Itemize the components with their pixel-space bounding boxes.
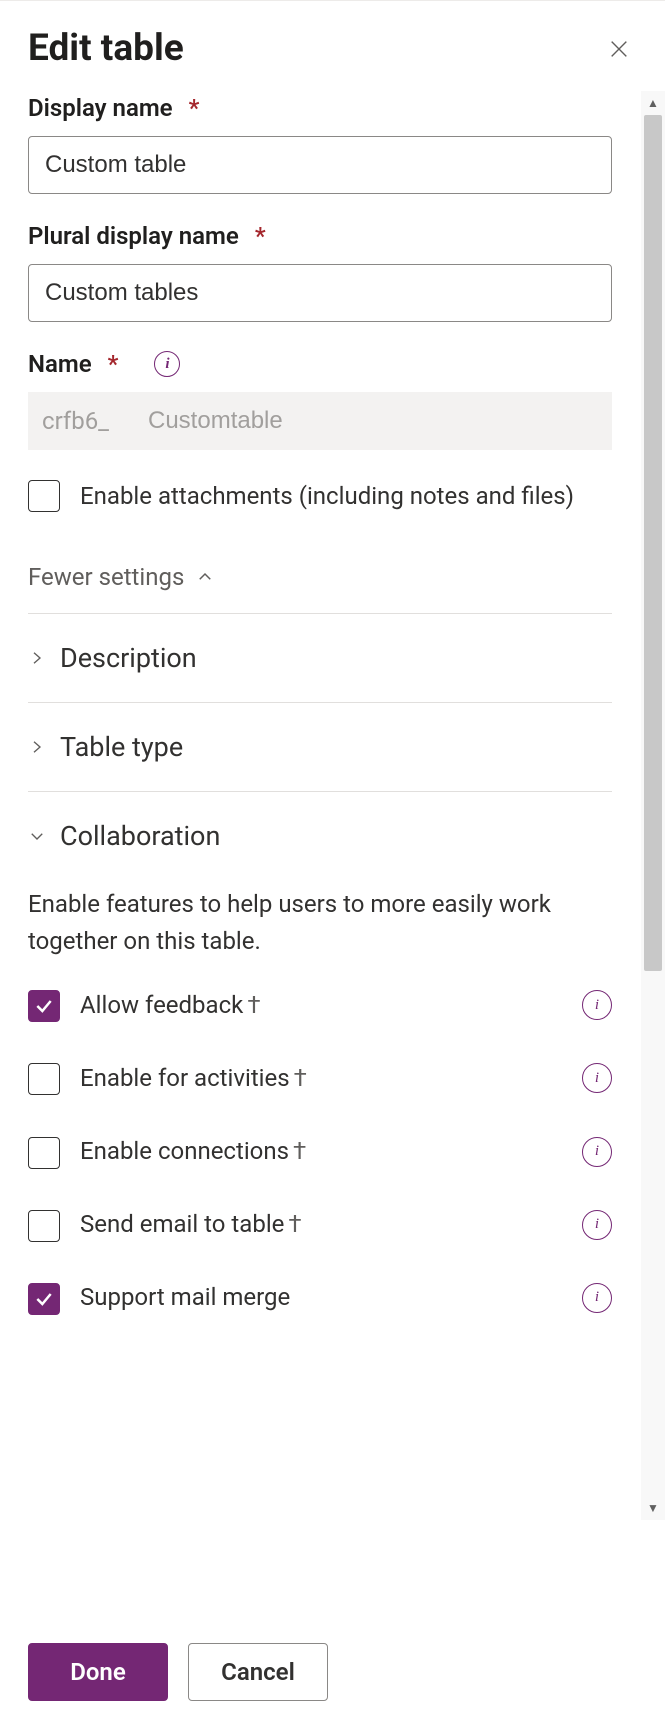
enable-connections-label: Enable connections† (80, 1133, 562, 1170)
enable-activities-row: Enable for activities† i (28, 1060, 612, 1097)
support-mail-merge-label: Support mail merge (80, 1279, 562, 1316)
name-input-row: crfb6_ (28, 392, 612, 450)
allow-feedback-row: Allow feedback† i (28, 987, 612, 1024)
required-indicator: * (189, 94, 200, 122)
panel-header: Edit table (0, 1, 665, 80)
fewer-settings-toggle[interactable]: Fewer settings (28, 563, 612, 591)
scroll-up-arrow[interactable]: ▲ (641, 91, 665, 115)
enable-activities-label: Enable for activities† (80, 1060, 562, 1097)
enable-connections-checkbox[interactable] (28, 1137, 60, 1169)
scrollbar[interactable]: ▲ ▼ (641, 91, 665, 1520)
send-email-checkbox[interactable] (28, 1210, 60, 1242)
support-mail-merge-checkbox[interactable] (28, 1283, 60, 1315)
send-email-label: Send email to table† (80, 1206, 562, 1243)
info-icon[interactable]: i (582, 1210, 612, 1240)
panel-title: Edit table (28, 27, 184, 70)
cancel-button[interactable]: Cancel (188, 1643, 328, 1701)
scrollbar-track[interactable] (641, 115, 665, 1496)
enable-attachments-label: Enable attachments (including notes and … (80, 478, 574, 515)
panel-scroll-area: Display name * Plural display name * Name *… (0, 80, 640, 1617)
enable-activities-label-text: Enable for activities (80, 1064, 290, 1092)
support-mail-merge-label-text: Support mail merge (80, 1283, 290, 1311)
plural-display-name-input[interactable] (28, 264, 612, 322)
enable-activities-checkbox[interactable] (28, 1063, 60, 1095)
dagger: † (294, 1064, 307, 1092)
info-icon[interactable]: i (582, 1137, 612, 1167)
table-type-section-title: Table type (60, 731, 183, 763)
chevron-up-icon (196, 568, 214, 586)
send-email-row: Send email to table† i (28, 1206, 612, 1243)
collaboration-description: Enable features to help users to more ea… (28, 886, 612, 960)
display-name-input[interactable] (28, 136, 612, 194)
edit-table-panel: Edit table Display name * Plural display … (0, 0, 665, 1735)
name-label: Name * i (28, 350, 612, 378)
send-email-label-text: Send email to table (80, 1210, 284, 1238)
info-icon[interactable]: i (582, 1283, 612, 1313)
enable-connections-row: Enable connections† i (28, 1133, 612, 1170)
collaboration-section-title: Collaboration (60, 820, 220, 852)
enable-connections-label-text: Enable connections (80, 1137, 289, 1165)
required-indicator: * (255, 222, 266, 250)
collaboration-section-body: Enable features to help users to more ea… (28, 886, 612, 1372)
required-indicator: * (108, 350, 119, 378)
name-input (132, 392, 612, 450)
dagger: † (247, 991, 260, 1019)
display-name-label-text: Display name (28, 94, 173, 122)
allow-feedback-label: Allow feedback† (80, 987, 562, 1024)
name-prefix: crfb6_ (28, 392, 132, 450)
plural-display-name-label: Plural display name * (28, 222, 612, 250)
dagger: † (288, 1210, 301, 1238)
dagger: † (293, 1137, 306, 1165)
description-section-title: Description (60, 642, 197, 674)
chevron-right-icon (28, 738, 46, 756)
panel-footer: Done Cancel (0, 1617, 665, 1735)
display-name-field: Display name * (28, 94, 612, 194)
chevron-right-icon (28, 649, 46, 667)
allow-feedback-label-text: Allow feedback (80, 991, 243, 1019)
enable-attachments-row: Enable attachments (including notes and … (28, 478, 612, 515)
info-icon[interactable]: i (582, 1063, 612, 1093)
enable-attachments-checkbox[interactable] (28, 480, 60, 512)
check-icon (34, 1289, 54, 1309)
close-button[interactable] (601, 31, 637, 67)
plural-display-name-label-text: Plural display name (28, 222, 239, 250)
close-icon (608, 38, 630, 60)
info-icon[interactable]: i (582, 990, 612, 1020)
display-name-label: Display name * (28, 94, 612, 122)
info-icon[interactable]: i (154, 351, 180, 377)
chevron-down-icon (28, 827, 46, 845)
scrollbar-thumb[interactable] (644, 115, 662, 971)
plural-display-name-field: Plural display name * (28, 222, 612, 322)
collaboration-section-header[interactable]: Collaboration (28, 792, 612, 880)
name-field: Name * i crfb6_ (28, 350, 612, 450)
description-section-header[interactable]: Description (28, 614, 612, 702)
table-type-section-header[interactable]: Table type (28, 703, 612, 791)
support-mail-merge-row: Support mail merge i (28, 1279, 612, 1316)
scroll-down-arrow[interactable]: ▼ (641, 1496, 665, 1520)
done-button[interactable]: Done (28, 1643, 168, 1701)
check-icon (34, 996, 54, 1016)
fewer-settings-label: Fewer settings (28, 563, 184, 591)
allow-feedback-checkbox[interactable] (28, 990, 60, 1022)
name-label-text: Name (28, 350, 92, 378)
